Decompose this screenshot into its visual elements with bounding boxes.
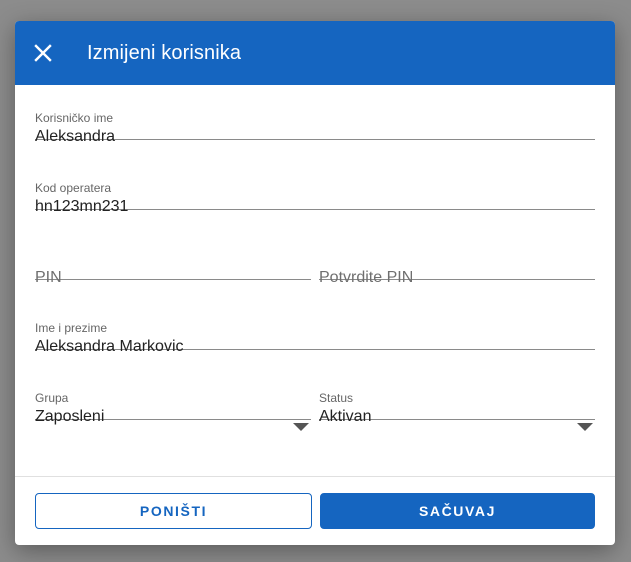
username-label: Korisničko ime (35, 111, 114, 125)
pin-placeholder: PIN (35, 269, 62, 286)
save-button[interactable]: SAČUVAJ (320, 493, 595, 529)
operator-code-field[interactable]: Kod operatera hn123mn231 (35, 155, 595, 215)
close-icon (34, 44, 52, 62)
group-value: Zaposleni (35, 408, 105, 425)
operator-code-label: Kod operatera (35, 181, 112, 195)
confirm-pin-field[interactable]: Potvrdite PIN (319, 225, 595, 286)
chevron-down-icon (577, 423, 593, 431)
full-name-value: Aleksandra Markovic (35, 338, 184, 355)
group-label: Grupa (35, 391, 69, 405)
status-label: Status (319, 391, 354, 405)
status-select[interactable]: Status Aktivan (319, 365, 595, 431)
cancel-button[interactable]: PONIŠTI (35, 493, 312, 529)
dialog-title: Izmijeni korisnika (87, 41, 242, 64)
close-button[interactable] (15, 21, 71, 85)
footer-divider (15, 476, 615, 477)
edit-user-dialog: Izmijeni korisnika Korisničko ime Aleksa… (15, 21, 615, 545)
dialog-header: Izmijeni korisnika (15, 21, 615, 85)
pin-field[interactable]: PIN (35, 225, 311, 286)
full-name-field[interactable]: Ime i prezime Aleksandra Markovic (35, 295, 595, 355)
group-select[interactable]: Grupa Zaposleni (35, 365, 311, 431)
operator-code-value: hn123mn231 (35, 198, 129, 215)
username-value: Aleksandra (35, 128, 116, 145)
status-value: Aktivan (319, 408, 372, 425)
username-field[interactable]: Korisničko ime Aleksandra (35, 85, 595, 145)
full-name-label: Ime i prezime (35, 321, 108, 335)
confirm-pin-placeholder: Potvrdite PIN (319, 269, 414, 286)
chevron-down-icon (293, 423, 309, 431)
